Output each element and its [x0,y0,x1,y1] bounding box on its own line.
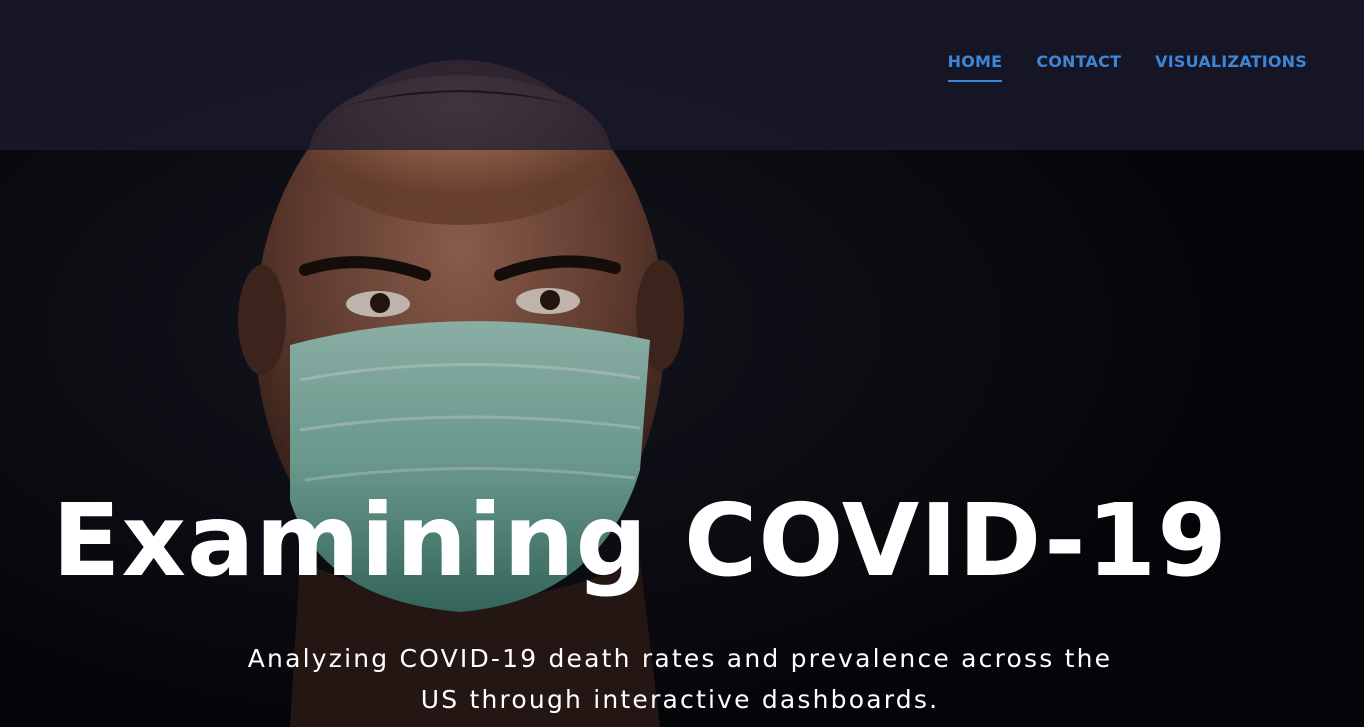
main-nav: HOME CONTACT VISUALIZATIONS [947,52,1307,82]
site-header: HOME CONTACT VISUALIZATIONS [0,0,1364,150]
hero-subtitle: Analyzing COVID-19 death rates and preva… [247,644,1113,714]
nav-contact-link[interactable]: CONTACT [1036,52,1121,82]
page: HOME CONTACT VISUALIZATIONS Examining CO… [0,0,1364,727]
nav-visualizations-link[interactable]: VISUALIZATIONS [1155,52,1307,82]
hero-title: Examining COVID-19 [52,482,1228,599]
nav-home-link[interactable]: HOME [947,52,1003,82]
